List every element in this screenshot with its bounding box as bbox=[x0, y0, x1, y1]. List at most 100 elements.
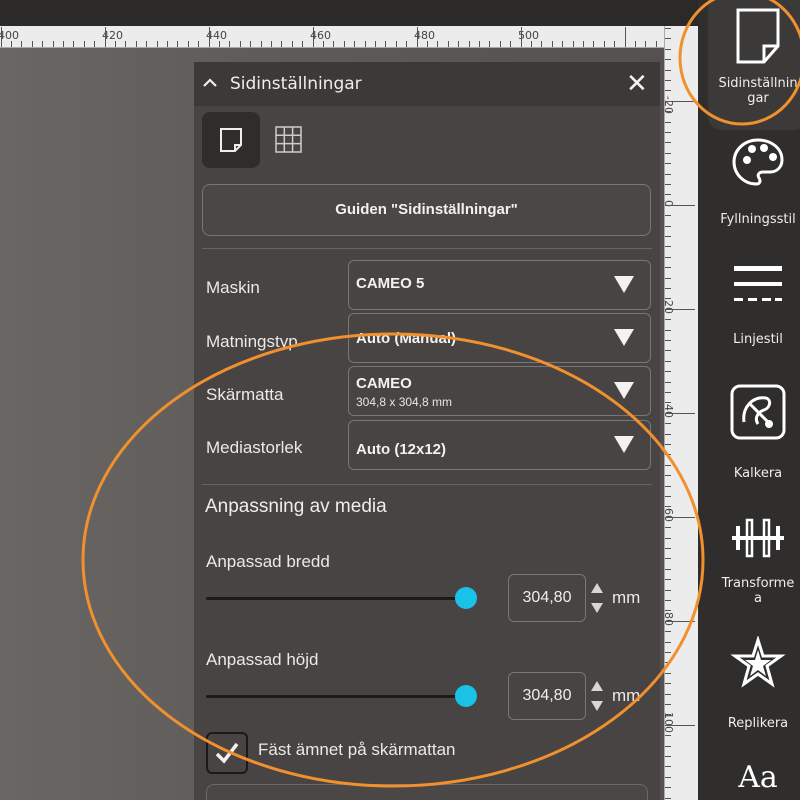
ruler-tick bbox=[665, 568, 671, 570]
page-setup-icon bbox=[736, 8, 780, 64]
pin-material-checkbox[interactable] bbox=[206, 732, 248, 774]
ruler-tick bbox=[665, 329, 671, 331]
ruler-tick bbox=[665, 381, 671, 383]
pin-material-label: Fäst ämnet på skärmattan bbox=[258, 740, 456, 759]
custom-width-slider-handle[interactable] bbox=[455, 587, 477, 609]
page-icon bbox=[220, 128, 242, 152]
toolbar-text-style[interactable]: Aa bbox=[708, 760, 800, 795]
ruler-tick bbox=[665, 620, 695, 622]
divider bbox=[202, 484, 652, 485]
palette-icon bbox=[732, 138, 784, 186]
ruler-tick bbox=[83, 41, 85, 47]
ruler-tick bbox=[562, 41, 564, 47]
ruler-tick bbox=[665, 579, 671, 581]
ruler-tick bbox=[665, 298, 671, 300]
ruler-tick bbox=[665, 475, 671, 477]
ruler-tick bbox=[395, 41, 397, 47]
machine-value: CAMEO 5 bbox=[356, 275, 425, 292]
tab-grid-settings[interactable] bbox=[260, 112, 318, 168]
custom-height-slider[interactable] bbox=[206, 695, 468, 698]
toolbar-trace[interactable]: Kalkera bbox=[708, 382, 800, 481]
ruler-tick bbox=[374, 41, 376, 47]
ruler-tick bbox=[665, 516, 695, 518]
toolbar-transform[interactable]: Transforme a bbox=[708, 514, 800, 606]
ruler-tick bbox=[10, 41, 12, 47]
ruler-tick bbox=[551, 41, 553, 47]
custom-width-slider[interactable] bbox=[206, 597, 468, 600]
ruler-tick bbox=[468, 41, 470, 47]
machine-select[interactable]: CAMEO 5 bbox=[348, 260, 651, 310]
ruler-tick bbox=[665, 735, 671, 737]
more-options-button[interactable] bbox=[206, 784, 648, 800]
chevron-up-icon[interactable] bbox=[202, 75, 218, 91]
panel-header: Sidinställningar ✕ bbox=[194, 62, 660, 106]
ruler-tick bbox=[426, 41, 428, 47]
ruler-tick bbox=[385, 41, 387, 47]
ruler-tick bbox=[156, 41, 158, 47]
ruler-tick bbox=[218, 41, 220, 47]
ruler-tick bbox=[478, 41, 480, 47]
dropdown-arrow-icon bbox=[614, 382, 634, 399]
line-style-icon bbox=[734, 266, 782, 301]
transform-icon bbox=[732, 518, 784, 558]
ruler-tick bbox=[208, 27, 210, 47]
media-size-select[interactable]: Auto (12x12) bbox=[348, 420, 651, 470]
ruler-tick bbox=[665, 693, 671, 695]
ruler-tick bbox=[665, 464, 671, 466]
ruler-tick bbox=[260, 41, 262, 47]
ruler-tick bbox=[665, 100, 695, 102]
panel-title: Sidinställningar bbox=[230, 74, 362, 94]
ruler-tick bbox=[665, 59, 671, 61]
ruler-tick bbox=[530, 41, 532, 47]
ruler-tick bbox=[125, 41, 127, 47]
ruler-tick bbox=[73, 41, 75, 47]
ruler-tick bbox=[665, 787, 671, 789]
ruler-tick bbox=[655, 41, 657, 47]
ruler-tick bbox=[665, 194, 671, 196]
toolbar-line-style[interactable]: Linjestil bbox=[708, 262, 800, 347]
ruler-tick bbox=[665, 766, 671, 768]
ruler-tick bbox=[437, 41, 439, 47]
toolbar-page-setup[interactable]: Sidinställnin gar bbox=[708, 0, 800, 130]
ruler-tick bbox=[665, 496, 671, 497]
ruler-tick bbox=[665, 652, 671, 653]
toolbar-replicate[interactable]: Replikera bbox=[708, 636, 800, 731]
toolbar-fill-style[interactable]: Fyllningsstil bbox=[708, 136, 800, 227]
ruler-tick bbox=[322, 41, 324, 47]
ruler-tick bbox=[665, 277, 671, 279]
toolbar-label: Replikera bbox=[727, 716, 789, 731]
ruler-tick bbox=[187, 41, 189, 47]
toolbar-label: Linjestil bbox=[733, 332, 783, 347]
height-stepper-icon[interactable] bbox=[590, 679, 604, 713]
ruler-tick bbox=[665, 38, 671, 40]
ruler-tick bbox=[665, 225, 671, 227]
ruler-tick bbox=[665, 444, 671, 445]
page-setup-guide-button[interactable]: Guiden "Sidinställningar" bbox=[202, 184, 651, 236]
custom-height-input[interactable]: 304,80 bbox=[508, 672, 586, 720]
replicate-icon bbox=[730, 636, 786, 688]
width-stepper-icon[interactable] bbox=[590, 581, 604, 615]
tab-page-settings[interactable] bbox=[202, 112, 260, 168]
divider bbox=[202, 248, 652, 249]
custom-height-slider-handle[interactable] bbox=[455, 685, 477, 707]
ruler-tick bbox=[665, 683, 671, 685]
ruler-tick bbox=[354, 41, 356, 47]
dropdown-arrow-icon bbox=[614, 329, 634, 346]
ruler-tick bbox=[593, 41, 595, 47]
cutting-mat-select[interactable]: CAMEO 304,8 x 304,8 mm bbox=[348, 366, 651, 416]
close-icon[interactable]: ✕ bbox=[626, 70, 648, 98]
ruler-tick bbox=[665, 288, 671, 289]
ruler-tick bbox=[665, 28, 671, 29]
ruler-tick bbox=[665, 412, 695, 414]
ruler-tick bbox=[665, 433, 671, 435]
ruler-tick bbox=[665, 672, 671, 674]
feed-type-select[interactable]: Auto (Manual) bbox=[348, 313, 651, 363]
cutting-mat-label: Skärmatta bbox=[206, 385, 284, 404]
ruler-tick bbox=[572, 41, 574, 47]
ruler-tick bbox=[333, 41, 335, 47]
right-ruler: -20 0 20 40 60 80 100 bbox=[662, 26, 698, 800]
ruler-tick bbox=[281, 41, 283, 47]
ruler-tick bbox=[665, 184, 671, 185]
custom-width-input[interactable]: 304,80 bbox=[508, 574, 586, 622]
ruler-tick bbox=[665, 163, 671, 165]
